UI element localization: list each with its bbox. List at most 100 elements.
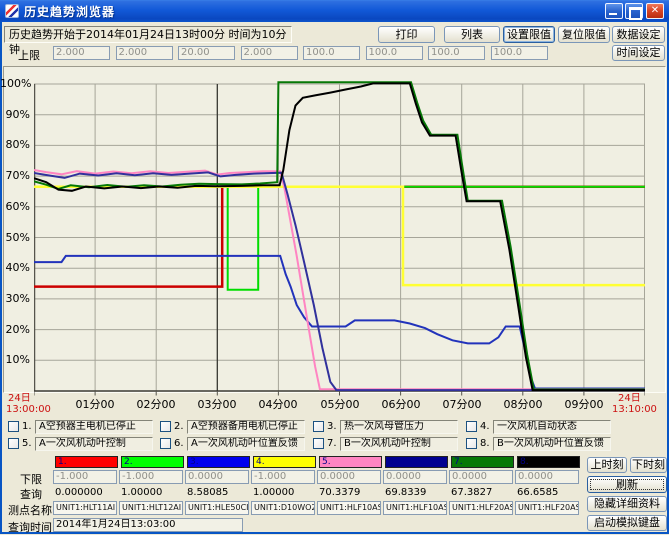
- point-name-field[interactable]: UNIT1:HLF10AS: [317, 501, 381, 515]
- legend-number: 2.: [174, 421, 188, 432]
- y-tick-label: 90%: [0, 108, 30, 121]
- point-name-field[interactable]: UNIT1:HLF20AS: [449, 501, 513, 515]
- refresh-button[interactable]: 刷新: [587, 476, 667, 493]
- point-name-field[interactable]: UNIT1:D10WO21: [251, 501, 315, 515]
- legend-checkbox[interactable]: [160, 438, 171, 449]
- lower-limit-field[interactable]: 0.0000: [185, 470, 249, 484]
- y-tick-label: 50%: [0, 231, 30, 244]
- point-name-field[interactable]: UNIT1:HLF10AS: [383, 501, 447, 515]
- lower-limit-field[interactable]: -1.000: [119, 470, 183, 484]
- query-value: 70.3379: [319, 487, 360, 498]
- legend-label: A一次风机动叶位置反馈: [187, 437, 305, 451]
- lower-limit-field[interactable]: 0.0000: [515, 470, 579, 484]
- axis-end-time: 13:10:00: [612, 404, 657, 415]
- upper-limit-field[interactable]: 20.00: [178, 46, 235, 60]
- query-value: 0.000000: [55, 487, 103, 498]
- reset-limits-button[interactable]: 复位限值: [558, 26, 610, 43]
- y-tick-label: 70%: [0, 169, 30, 182]
- legend-number: 6.: [174, 438, 188, 449]
- query-time-label: 查询时间: [8, 519, 52, 535]
- prev-time-button[interactable]: 上时刻: [587, 457, 627, 473]
- legend-label: 热一次风母管压力: [340, 420, 458, 434]
- legend-checkbox[interactable]: [313, 438, 324, 449]
- point-name-field[interactable]: UNIT1:HLE50CI: [185, 501, 249, 515]
- legend-number: 3.: [327, 421, 341, 432]
- maximize-icon[interactable]: [625, 3, 643, 19]
- lower-limit-label: 下限: [20, 471, 42, 487]
- query-value: 1.00000: [253, 487, 294, 498]
- point-names-label: 测点名称: [8, 502, 52, 518]
- query-value: 66.6585: [517, 487, 558, 498]
- legend-checkbox[interactable]: [313, 421, 324, 432]
- legend-label: B一次风机动叶控制: [340, 437, 458, 451]
- legend-label: A空预器主电机已停止: [35, 420, 153, 434]
- query-value: 1.00000: [121, 487, 162, 498]
- x-tick-label: 06分00: [379, 396, 423, 412]
- upper-limit-field[interactable]: 2.000: [53, 46, 110, 60]
- next-time-button[interactable]: 下时刻: [630, 457, 667, 473]
- legend-number: 8.: [480, 438, 494, 449]
- upper-limit-field[interactable]: 100.0: [366, 46, 423, 60]
- y-tick-label: 40%: [0, 261, 30, 274]
- legend-checkbox[interactable]: [160, 421, 171, 432]
- x-tick-label: 09分00: [562, 396, 606, 412]
- app-icon: [5, 4, 19, 18]
- upper-limit-field[interactable]: 100.0: [428, 46, 485, 60]
- lower-limit-field[interactable]: 0.0000: [449, 470, 513, 484]
- axis-start-day: 24日: [8, 393, 31, 404]
- query-value: 8.58085: [187, 487, 228, 498]
- print-button[interactable]: 打印: [378, 26, 435, 43]
- legend-label: B一次风机动叶位置反馈: [493, 437, 611, 451]
- query-value: 67.3827: [451, 487, 492, 498]
- hide-details-button[interactable]: 隐藏详细资料: [587, 496, 667, 512]
- data-settings-button[interactable]: 数据设定: [612, 26, 665, 43]
- point-name-field[interactable]: UNIT1:HLF20AS: [515, 501, 579, 515]
- minimize-icon[interactable]: [605, 3, 623, 19]
- x-tick-label: 01分00: [73, 396, 117, 412]
- series-color-swatch: 8.: [517, 456, 580, 468]
- legend-label: 一次风机自动状态: [493, 420, 611, 434]
- legend-checkbox[interactable]: [466, 421, 477, 432]
- legend-label: A一次风机动叶控制: [35, 437, 153, 451]
- lower-limit-field[interactable]: 0.0000: [383, 470, 447, 484]
- series-color-swatch: 2.: [121, 456, 184, 468]
- window-title: 历史趋势浏览器: [24, 3, 115, 20]
- lower-limit-field[interactable]: 0.0000: [317, 470, 381, 484]
- set-limits-button[interactable]: 设置限值: [503, 26, 555, 43]
- legend-checkbox[interactable]: [8, 421, 19, 432]
- x-tick-label: 08分00: [501, 396, 545, 412]
- y-tick-label: 30%: [0, 292, 30, 305]
- x-tick-label: 02分00: [134, 396, 178, 412]
- query-time-field[interactable]: 2014年1月24日13:03:00: [53, 518, 243, 532]
- point-name-field[interactable]: UNIT1:HLT12AI: [119, 501, 183, 515]
- lower-limit-field[interactable]: -1.000: [251, 470, 315, 484]
- y-tick-label: 100%: [0, 77, 30, 90]
- upper-limit-label: 上限: [18, 47, 40, 63]
- series-color-swatch: 1.: [55, 456, 118, 468]
- lower-limit-field[interactable]: -1.000: [53, 470, 117, 484]
- upper-limit-field[interactable]: 2.000: [241, 46, 298, 60]
- upper-limit-field[interactable]: 100.0: [491, 46, 548, 60]
- legend-checkbox[interactable]: [466, 438, 477, 449]
- legend-number: 4.: [480, 421, 494, 432]
- upper-limit-field[interactable]: 2.000: [116, 46, 173, 60]
- x-tick-label: 05分00: [318, 396, 362, 412]
- point-name-field[interactable]: UNIT1:HLT11AI: [53, 501, 117, 515]
- axis-start-time: 13:00:00: [6, 404, 51, 415]
- legend-checkbox[interactable]: [8, 438, 19, 449]
- list-button[interactable]: 列表: [444, 26, 500, 43]
- legend-number: 1.: [22, 421, 36, 432]
- legend-number: 7.: [327, 438, 341, 449]
- virtual-keyboard-button[interactable]: 启动模拟键盘: [587, 515, 667, 531]
- upper-limit-field[interactable]: 100.0: [303, 46, 360, 60]
- series-color-swatch: 7.: [451, 456, 514, 468]
- query-label: 查询: [20, 486, 42, 502]
- time-settings-button[interactable]: 时间设定: [612, 45, 665, 61]
- series-color-swatch: 6.: [385, 456, 448, 468]
- query-value: 69.8339: [385, 487, 426, 498]
- x-tick-label: 03分00: [195, 396, 239, 412]
- trend-plot[interactable]: [34, 78, 645, 397]
- y-tick-label: 60%: [0, 200, 30, 213]
- close-icon[interactable]: [646, 3, 664, 19]
- status-bar: 历史趋势开始于2014年01月24日13时00分 时间为10分钟: [4, 26, 292, 43]
